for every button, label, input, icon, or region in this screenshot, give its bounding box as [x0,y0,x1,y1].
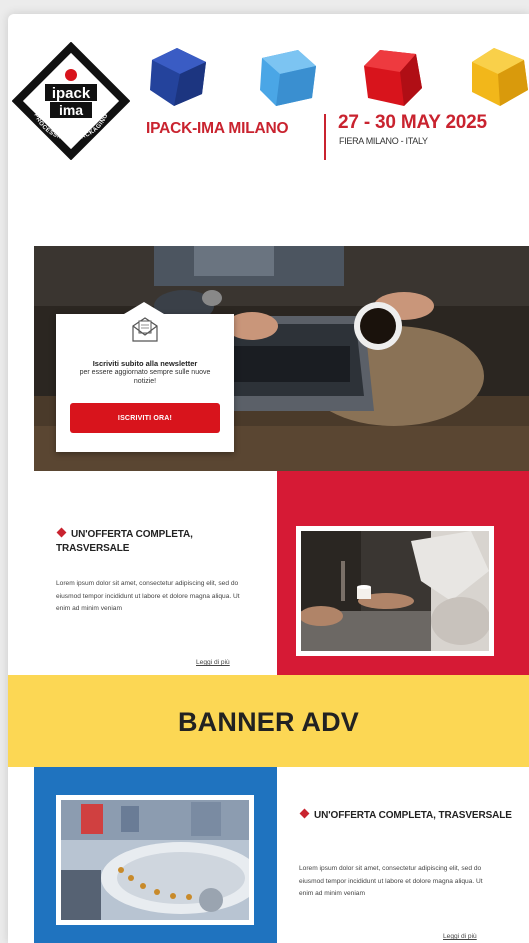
newsletter-title: Iscriviti subito alla newsletter [92,359,198,368]
offer-section-2: UN'OFFERTA COMPLETA, TRASVERSALE Lorem i… [277,767,529,943]
read-more-link-1[interactable]: Leggi di più [196,659,230,666]
event-name: IPACK-IMA MILANO [146,120,289,137]
header-divider [324,114,326,160]
coffee-photo [296,526,494,656]
red-cube-icon [360,44,426,115]
banner-label: BANNER ADV [177,707,359,737]
blue-cube-icon [144,44,210,115]
logo-text-bottom: ima [59,102,83,118]
event-venue: FIERA MILANO - ITALY [339,136,428,146]
envelope-icon [130,314,160,349]
ipack-ima-logo[interactable]: ipack ima PROCESSING & PACKAGING [11,41,131,161]
offer-image-panel-1 [277,471,529,678]
logo-text-top: ipack [52,85,91,102]
offer-body-1: Lorem ipsum dolor sit amet, consectetur … [56,580,240,612]
offer-image-panel-2 [34,767,277,943]
light-blue-cube-icon [254,44,320,115]
read-more-link-2[interactable]: Leggi di più [443,933,477,940]
event-dates: 27 - 30 MAY 2025 [338,112,487,133]
yellow-cube-icon [466,44,529,115]
newsletter-signup-card: Iscriviti subito alla newsletter per ess… [56,302,234,452]
diamond-bullet-icon [56,527,67,538]
subscribe-button[interactable]: ISCRIVITI ORA! [70,403,220,433]
newsletter-subtitle: per essere aggiornato sempre sulle nuove… [79,369,211,385]
diamond-bullet-icon [299,808,310,819]
offer-body-2: Lorem ipsum dolor sit amet, consectetur … [299,865,483,897]
factory-photo [56,795,261,925]
advertising-banner[interactable]: BANNER ADV [8,675,529,767]
email-newsletter-page: ipack ima PROCESSING & PACKAGING IPACK-I… [8,14,529,943]
offer-section-1: UN'OFFERTA COMPLETA, TRASVERSALE Lorem i… [34,471,277,678]
offer-heading-2: UN'OFFERTA COMPLETA, TRASVERSALE [299,808,519,823]
offer-heading-1: UN'OFFERTA COMPLETA, TRASVERSALE [56,527,193,554]
